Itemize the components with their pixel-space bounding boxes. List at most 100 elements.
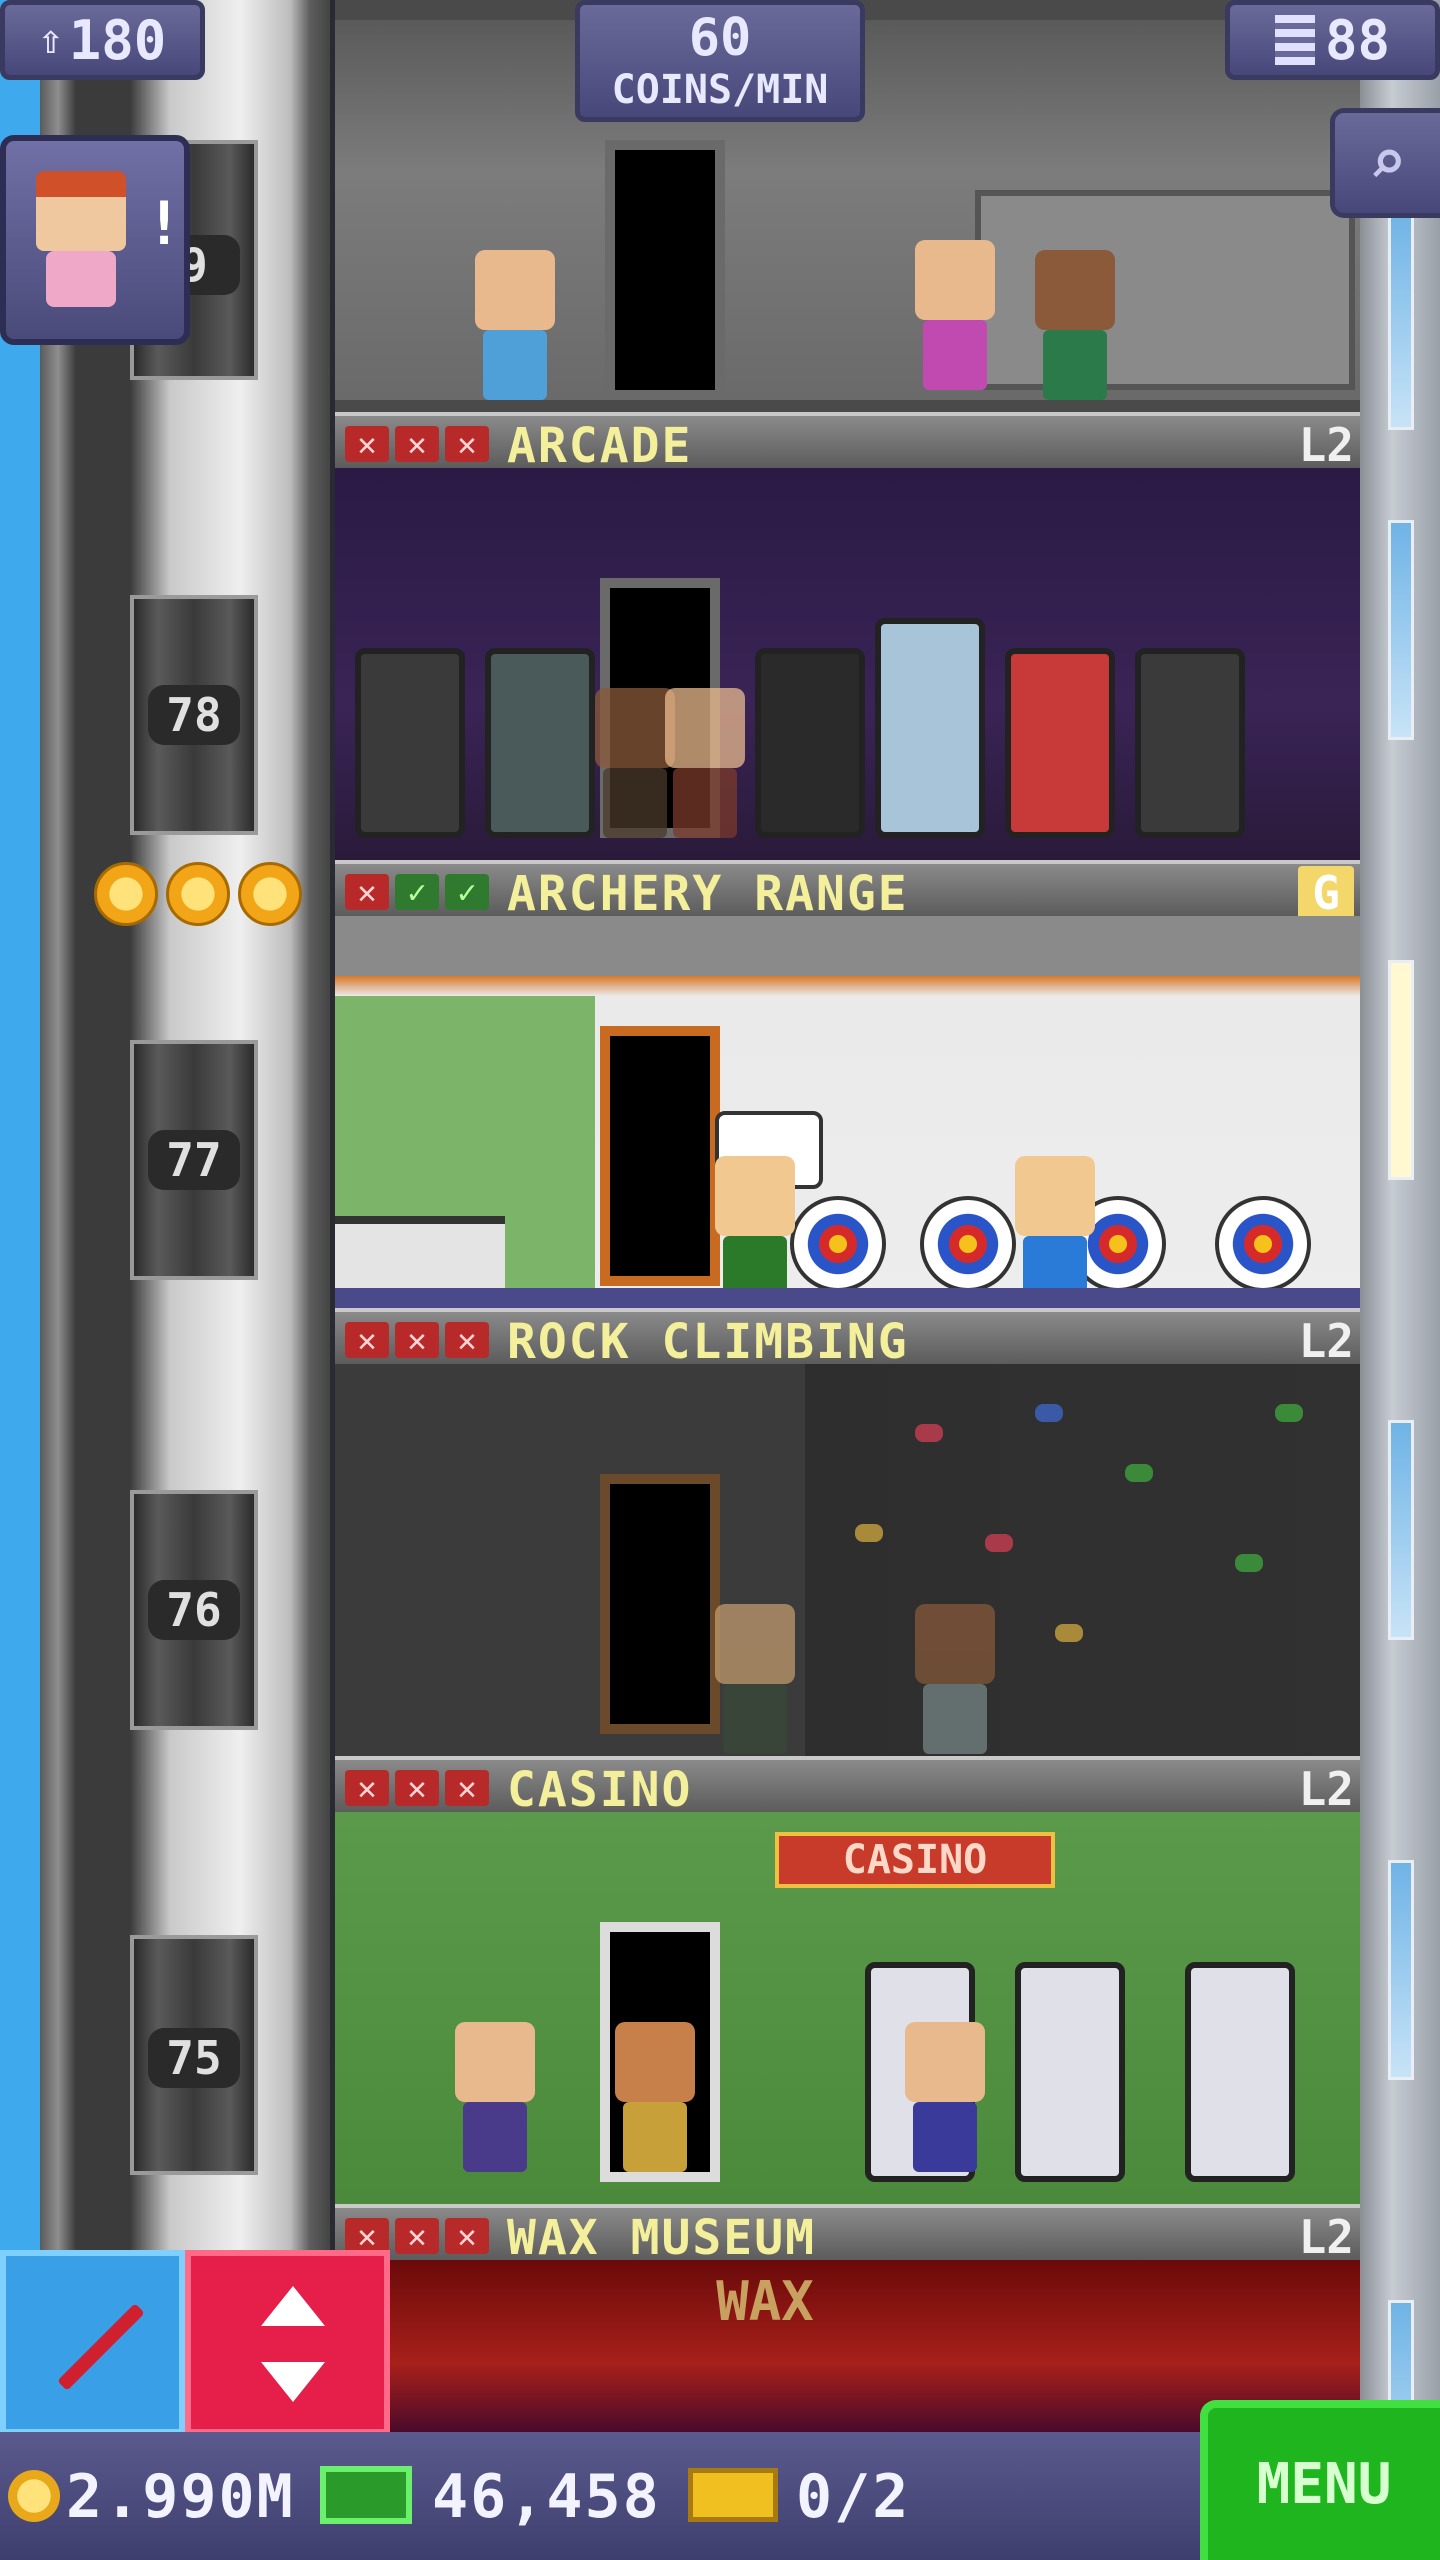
floor-room[interactable]: [335, 1364, 1360, 1756]
floor-door: [600, 1474, 720, 1734]
stock-empty-icon: ✕: [395, 1321, 439, 1359]
coins-value: 2.990M: [66, 2462, 295, 2532]
floor-rock-climbing[interactable]: ✕ ✕ ✕ ROCK CLIMBING L2: [335, 1308, 1360, 1756]
floor-arcade[interactable]: ✕ ✕ ✕ ARCADE L2: [335, 412, 1360, 860]
floor-label-bar[interactable]: ✕ ✕ ✕ ARCADE L2: [335, 412, 1360, 474]
ticket-icon: [688, 2468, 778, 2522]
stock-indicators: ✕ ✕ ✕: [345, 2217, 489, 2255]
floor-strip: [335, 1288, 1360, 1308]
floor-wax-museum[interactable]: ✕ ✕ ✕ WAX MUSEUM L2 WAX: [335, 2204, 1360, 2432]
person[interactable]: [1015, 1156, 1095, 1306]
floor-label-bar[interactable]: ✕ ✕ ✕ CASINO L2: [335, 1756, 1360, 1818]
elevator-floor-number: 75: [148, 2028, 240, 2088]
stock-empty-icon: ✕: [395, 1769, 439, 1807]
coins-per-min-display[interactable]: 60 COINS/MIN: [575, 0, 865, 122]
tower-window: [1388, 1860, 1414, 2080]
floor-label-bar[interactable]: ✕ ✕ ✕ WAX MUSEUM L2: [335, 2204, 1360, 2266]
person[interactable]: [595, 688, 675, 838]
floor-casino[interactable]: ✕ ✕ ✕ CASINO L2 CASINO: [335, 1756, 1360, 2204]
coins-per-min-label: COINS/MIN: [611, 67, 829, 113]
elevator-floor-number: 76: [148, 1580, 240, 1640]
wax-sign: WAX: [716, 2270, 814, 2333]
stock-indicators: ✕ ✓ ✓: [345, 873, 489, 911]
stock-empty-icon: ✕: [395, 425, 439, 463]
archery-target: [1215, 1196, 1311, 1292]
person[interactable]: [475, 250, 555, 400]
person[interactable]: [715, 1156, 795, 1306]
climbing-hold: [1125, 1464, 1153, 1482]
stock-empty-icon: ✕: [345, 2217, 389, 2255]
person[interactable]: [615, 2022, 695, 2172]
magnifier-icon: ⌕: [1368, 126, 1407, 200]
arcade-machine: [485, 648, 595, 838]
arcade-machine: [1005, 648, 1115, 838]
person[interactable]: [665, 688, 745, 838]
floor-archery-range[interactable]: ✕ ✓ ✓ ARCHERY RANGE G: [335, 860, 1360, 1308]
floor-level-gold: G: [1298, 866, 1354, 920]
sky-background: [0, 0, 40, 2560]
gold-star-icon: [238, 862, 302, 926]
tower-window: [1388, 960, 1414, 1180]
stock-empty-icon: ✕: [395, 2217, 439, 2255]
climbing-hold: [1275, 1404, 1303, 1422]
population-counter[interactable]: ⇧ 180: [0, 0, 205, 80]
floor-name: ARCHERY RANGE: [507, 866, 909, 922]
floor-label-bar[interactable]: ✕ ✕ ✕ ROCK CLIMBING L2: [335, 1308, 1360, 1370]
tower-window: [1388, 210, 1414, 430]
stock-full-icon: ✓: [445, 873, 489, 911]
person[interactable]: [915, 1604, 995, 1754]
arcade-machine: [355, 648, 465, 838]
person[interactable]: [715, 1604, 795, 1754]
bux-value: 46,458: [432, 2462, 661, 2532]
floor-level: L2: [1298, 2210, 1354, 2264]
climbing-hold: [1035, 1404, 1063, 1422]
floor-level: L2: [1298, 1314, 1354, 1368]
floors-value: 88: [1324, 8, 1391, 72]
floor-room[interactable]: [335, 468, 1360, 860]
alert-mark: !: [146, 189, 183, 259]
climbing-hold: [1055, 1624, 1083, 1642]
floor-level: L2: [1298, 418, 1354, 472]
down-arrow-icon: [261, 2362, 325, 2402]
menu-button[interactable]: MENU: [1200, 2400, 1440, 2560]
tickets-value: 0/2: [796, 2462, 911, 2532]
bitizen-alert-button[interactable]: !: [0, 135, 190, 345]
floor-name: ROCK CLIMBING: [507, 1314, 909, 1370]
person[interactable]: [1035, 250, 1115, 400]
bux-icon: [320, 2466, 412, 2524]
floor-level: L2: [1298, 1762, 1354, 1816]
floors-counter[interactable]: 88: [1225, 0, 1440, 80]
coins-per-min-value: 60: [688, 8, 752, 68]
population-value: 180: [68, 8, 167, 72]
up-down-arrows-icon: [261, 2286, 325, 2326]
elevator-button[interactable]: [185, 2250, 390, 2435]
person[interactable]: [905, 2022, 985, 2172]
person[interactable]: [915, 240, 995, 390]
elevator-floor-number: 78: [148, 685, 240, 745]
floor-name: CASINO: [507, 1762, 693, 1818]
elevator-shaft[interactable]: [40, 0, 330, 2560]
climbing-hold: [915, 1424, 943, 1442]
gold-star-icon: [94, 862, 158, 926]
archery-target: [920, 1196, 1016, 1292]
stock-empty-icon: ✕: [345, 425, 389, 463]
build-floor-button[interactable]: [0, 2250, 185, 2435]
floor-room[interactable]: CASINO: [335, 1812, 1360, 2204]
tower-window: [1388, 520, 1414, 740]
floor-name: WAX MUSEUM: [507, 2210, 816, 2266]
floor-name: ARCADE: [507, 418, 693, 474]
arcade-machine: [1135, 648, 1245, 838]
magic-wand-icon: [57, 2303, 145, 2391]
floor-room[interactable]: [335, 916, 1360, 1308]
zoom-button[interactable]: ⌕: [1330, 108, 1440, 218]
stock-empty-icon: ✕: [345, 873, 389, 911]
population-icon: ⇧: [38, 17, 63, 63]
stock-empty-icon: ✕: [345, 1769, 389, 1807]
person[interactable]: [455, 2022, 535, 2172]
arcade-machine: [755, 648, 865, 838]
stock-indicators: ✕ ✕ ✕: [345, 1769, 489, 1807]
floor-label-bar[interactable]: ✕ ✓ ✓ ARCHERY RANGE G: [335, 860, 1360, 922]
slot-machine: [1015, 1962, 1125, 2182]
shop-shelf: [975, 190, 1355, 390]
claw-machine: [875, 618, 985, 838]
